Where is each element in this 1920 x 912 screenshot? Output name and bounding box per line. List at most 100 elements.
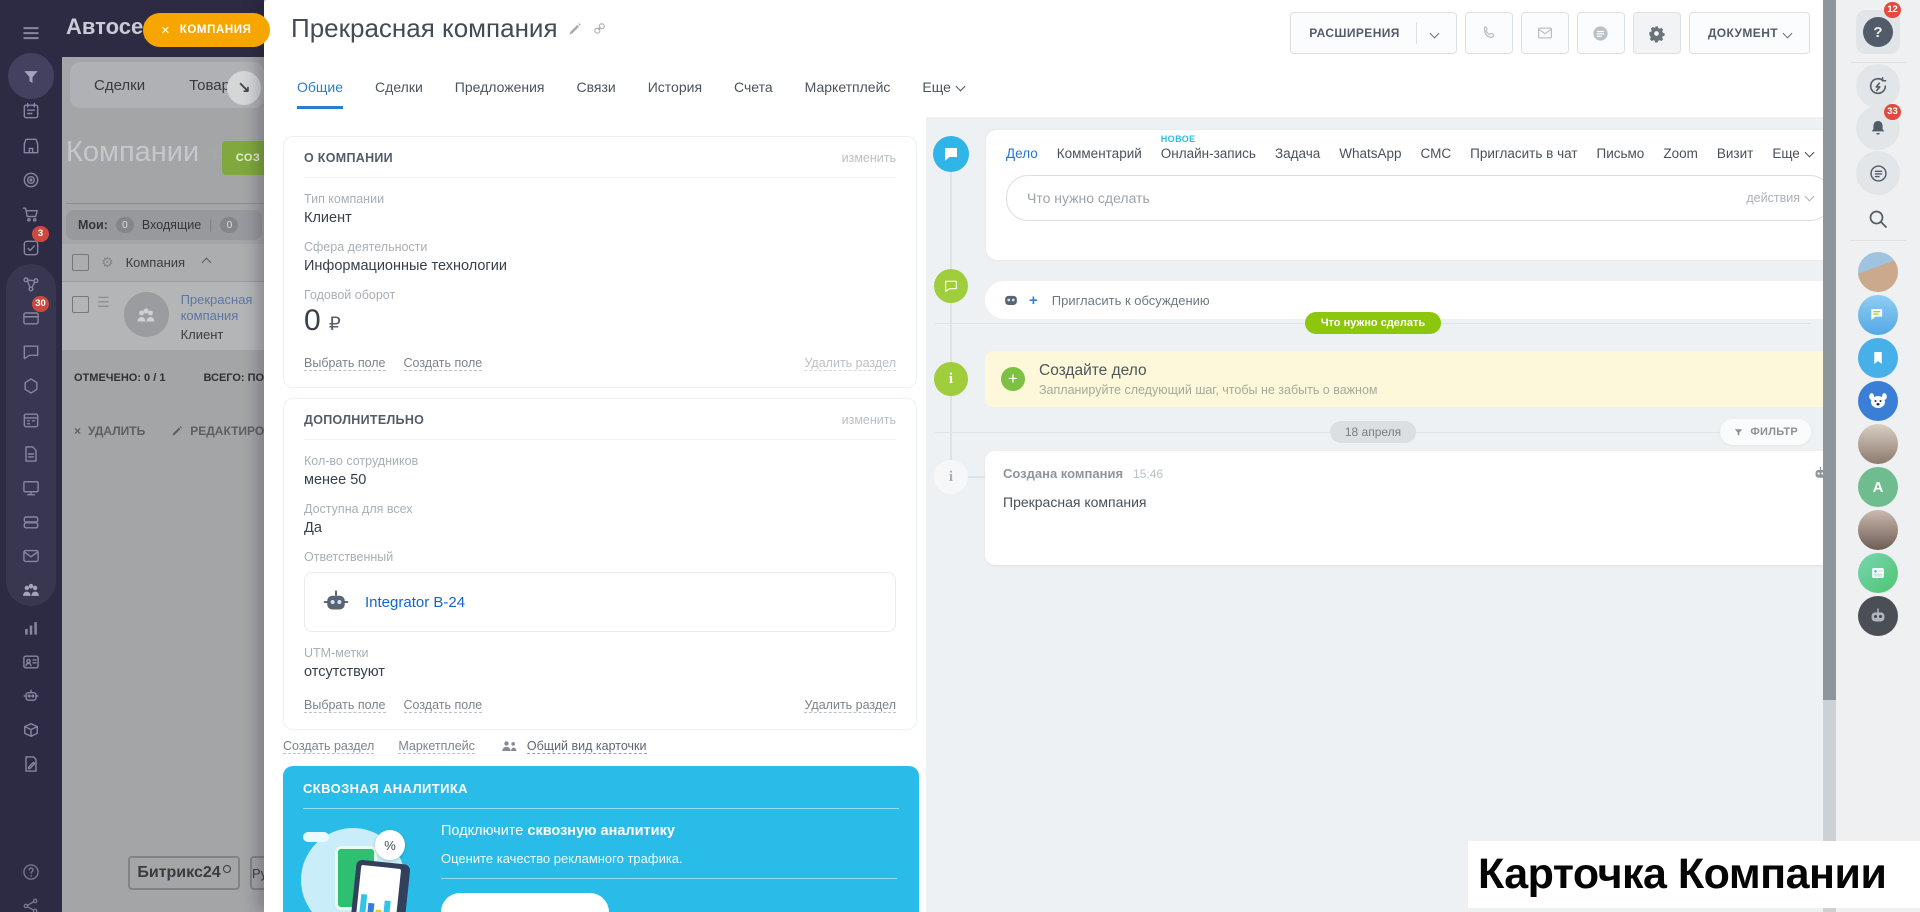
create-field-link[interactable]: Создать поле bbox=[403, 698, 483, 713]
tab-marketplace[interactable]: Маркетплейс bbox=[805, 79, 891, 109]
slider-entity-tag[interactable]: × КОМПАНИЯ bbox=[143, 13, 270, 47]
grid-column-company[interactable]: Компания bbox=[126, 255, 186, 270]
bitrix24-logo-button[interactable]: Битрикс24 bbox=[128, 856, 240, 890]
documents-icon[interactable] bbox=[21, 444, 41, 464]
select-field-link[interactable]: Выбрать поле bbox=[304, 356, 386, 371]
filter-bar[interactable]: Мои: 0 Входящие | 0 bbox=[66, 210, 262, 240]
cart-icon[interactable] bbox=[21, 204, 41, 224]
sites-hexagon-icon[interactable] bbox=[21, 376, 41, 396]
share-network-icon[interactable] bbox=[21, 896, 41, 912]
row-checkbox[interactable] bbox=[72, 296, 89, 313]
grid-settings-gear-icon[interactable]: ⚙ bbox=[101, 254, 114, 271]
drive-icon[interactable] bbox=[21, 512, 41, 532]
mail-icon[interactable] bbox=[21, 546, 41, 566]
scrollbar-thumb[interactable] bbox=[1823, 0, 1836, 700]
document-button[interactable]: ДОКУМЕНТ bbox=[1688, 12, 1810, 54]
marketplace-link[interactable]: Маркетплейс bbox=[398, 739, 475, 754]
calendar-icon[interactable] bbox=[21, 410, 41, 430]
create-section-link[interactable]: Создать раздел bbox=[283, 739, 375, 754]
marketing-target-icon[interactable] bbox=[21, 170, 41, 190]
video-screen-icon[interactable] bbox=[21, 478, 41, 498]
company-row[interactable]: ☰ Прекрасная компания Клиент bbox=[62, 282, 264, 350]
tab-task[interactable]: Задача bbox=[1275, 146, 1320, 161]
tab-visit[interactable]: Визит bbox=[1717, 146, 1753, 161]
user-avatar-2[interactable] bbox=[1858, 424, 1898, 464]
tab-invoices[interactable]: Счета bbox=[734, 79, 773, 109]
tab-general[interactable]: Общие bbox=[297, 79, 344, 109]
responsible-user-link[interactable]: Integrator B-24 bbox=[365, 594, 465, 611]
user-avatar[interactable] bbox=[1858, 252, 1898, 292]
chat-icon[interactable] bbox=[21, 342, 41, 362]
contact-center-icon[interactable] bbox=[21, 652, 41, 672]
news-app-avatar[interactable] bbox=[1858, 553, 1898, 593]
create-field-link[interactable]: Создать поле bbox=[403, 356, 483, 371]
promo-connect-button[interactable] bbox=[441, 893, 609, 912]
tab-history[interactable]: История bbox=[648, 79, 702, 109]
tab-online-booking[interactable]: НОВОЕ Онлайн-запись bbox=[1161, 134, 1256, 161]
settings-gear-button[interactable] bbox=[1632, 12, 1681, 54]
timeline-filter-button[interactable]: ФИЛЬТР bbox=[1720, 419, 1811, 445]
menu-icon[interactable] bbox=[21, 23, 41, 43]
crm-network-icon[interactable] bbox=[21, 274, 41, 294]
tab-deals[interactable]: Сделки bbox=[375, 79, 423, 109]
robot-avatar-rail[interactable] bbox=[1858, 596, 1898, 636]
dog-avatar[interactable] bbox=[1858, 381, 1898, 421]
remove-section-link[interactable]: Удалить раздел bbox=[804, 698, 896, 713]
filter-funnel-icon[interactable] bbox=[21, 67, 41, 87]
chat-app-avatar[interactable] bbox=[1858, 295, 1898, 335]
create-company-button[interactable]: СОЗ bbox=[222, 141, 264, 175]
todo-input[interactable] bbox=[1025, 189, 1737, 207]
tab-more[interactable]: Еще bbox=[1772, 146, 1815, 161]
about-edit-link[interactable]: изменить bbox=[842, 151, 896, 165]
edit-title-icon[interactable] bbox=[568, 22, 582, 36]
copy-link-icon[interactable] bbox=[592, 21, 607, 36]
company-name-link[interactable]: Прекрасная компания bbox=[181, 292, 264, 325]
tab-zoom[interactable]: Zoom bbox=[1663, 146, 1698, 161]
search-button[interactable] bbox=[1865, 206, 1891, 232]
delete-action[interactable]: × УДАЛИТЬ bbox=[74, 424, 145, 438]
tab-comment[interactable]: Комментарий bbox=[1057, 146, 1142, 161]
automation-robot-icon[interactable] bbox=[21, 686, 41, 706]
select-field-link[interactable]: Выбрать поле bbox=[304, 698, 386, 713]
tab-deals[interactable]: Сделки bbox=[94, 77, 145, 94]
responsible-box: Integrator B-24 bbox=[304, 572, 896, 632]
todo-stream-pill[interactable]: Что нужно сделать bbox=[1304, 312, 1442, 334]
drag-handle-icon[interactable]: ☰ bbox=[97, 294, 110, 311]
remove-section-link[interactable]: Удалить раздел bbox=[804, 356, 896, 371]
edit-action[interactable]: РЕДАКТИРО bbox=[171, 424, 264, 438]
slider-collapse-button[interactable]: ↘ bbox=[227, 71, 261, 105]
store-icon[interactable] bbox=[21, 136, 41, 156]
close-slider-icon[interactable]: × bbox=[161, 22, 170, 39]
chat-button[interactable] bbox=[1576, 12, 1625, 54]
user-avatar-3[interactable] bbox=[1858, 510, 1898, 550]
employees-icon[interactable] bbox=[21, 580, 41, 600]
tab-sms[interactable]: СМС bbox=[1421, 146, 1452, 161]
tab-more[interactable]: Еще bbox=[922, 79, 966, 109]
analytics-bars-icon[interactable] bbox=[21, 618, 41, 638]
bookmark-avatar[interactable] bbox=[1858, 338, 1898, 378]
warehouse-box-icon[interactable] bbox=[21, 720, 41, 740]
extensions-button[interactable]: РАСШИРЕНИЯ bbox=[1290, 12, 1457, 54]
filter-item-incoming[interactable]: Входящие bbox=[142, 218, 201, 232]
timeline-entry-card[interactable]: Создана компания 15:46 Прекрасная компан… bbox=[985, 451, 1847, 565]
actions-dropdown[interactable]: действия bbox=[1746, 191, 1815, 205]
select-all-checkbox[interactable] bbox=[72, 254, 89, 271]
tasks-planner-icon[interactable] bbox=[21, 101, 41, 121]
vertical-scrollbar[interactable] bbox=[1823, 0, 1836, 912]
additional-edit-link[interactable]: изменить bbox=[842, 413, 896, 427]
tab-whatsapp[interactable]: WhatsApp bbox=[1339, 146, 1401, 161]
messenger-button[interactable] bbox=[1856, 151, 1900, 195]
create-activity-tip[interactable]: + Создайте дело Запланируйте следующий ш… bbox=[985, 351, 1843, 407]
tab-letter[interactable]: Письмо bbox=[1597, 146, 1645, 161]
help-icon[interactable] bbox=[21, 862, 41, 882]
tab-quotes[interactable]: Предложения bbox=[455, 79, 545, 109]
letter-avatar[interactable]: A bbox=[1858, 467, 1898, 507]
tab-activity[interactable]: Дело bbox=[1006, 146, 1038, 161]
tab-relations[interactable]: Связи bbox=[577, 79, 616, 109]
card-view-link[interactable]: Общий вид карточки bbox=[499, 736, 647, 756]
sign-document-icon[interactable] bbox=[21, 754, 41, 774]
call-button[interactable] bbox=[1464, 12, 1513, 54]
email-button[interactable] bbox=[1520, 12, 1569, 54]
tab-invite-chat[interactable]: Пригласить в чат bbox=[1470, 146, 1577, 161]
updates-button[interactable] bbox=[1856, 64, 1900, 108]
